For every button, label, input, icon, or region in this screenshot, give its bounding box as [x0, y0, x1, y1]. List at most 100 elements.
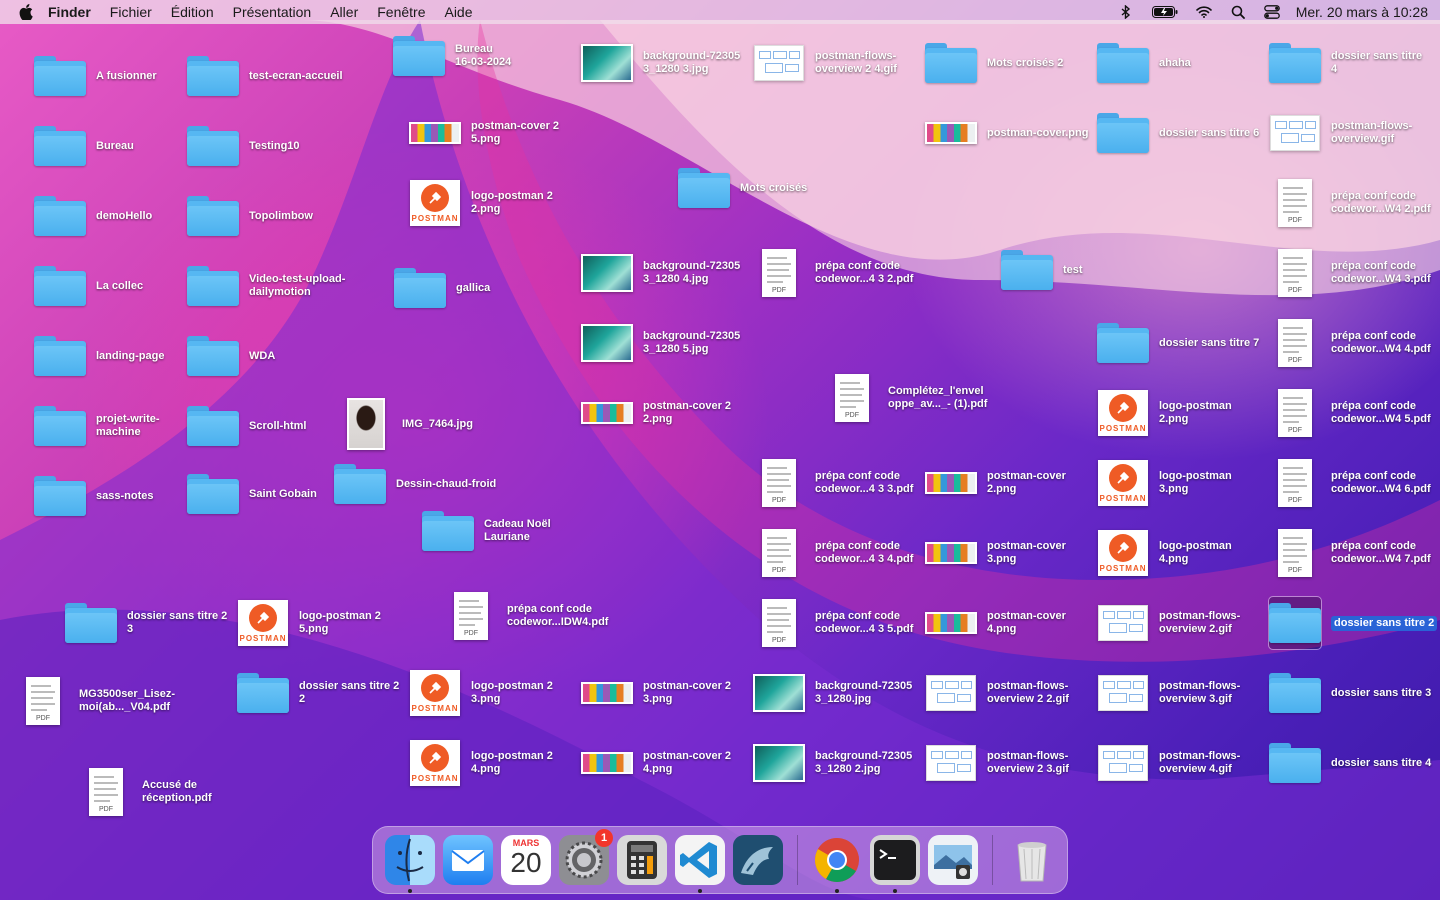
desktop-item-testing10[interactable]: Testing10: [187, 120, 300, 172]
desktop-item-postman-cover-2-3-png[interactable]: postman-cover 2 3.png: [581, 667, 731, 719]
desktop-item-prepa-conf-code-codewor-4-3-4-pdf[interactable]: PDF prépa conf code codewor...4 3 4.pdf: [753, 527, 913, 579]
desktop-item-bureau-16-03-2024[interactable]: Bureau 16-03-2024: [393, 30, 511, 82]
desktop-item-prepa-conf-code-codewor-w4-6-pdf[interactable]: PDF prépa conf code codewor...W4 6.pdf: [1269, 457, 1431, 509]
desktop-item-prepa-conf-code-codewor-4-3-5-pdf[interactable]: PDF prépa conf code codewor...4 3 5.pdf: [753, 597, 913, 649]
desktop-item-background-72305-3-1280-jpg[interactable]: background-72305 3_1280.jpg: [753, 667, 912, 719]
desktop-item-logo-postman-2-2-png[interactable]: POSTMAN logo-postman 2 2.png: [409, 177, 553, 229]
desktop-item-dossier-sans-titre-4[interactable]: dossier sans titre 4: [1269, 737, 1431, 789]
desktop-item-postman-flows-overview-2-2-gif[interactable]: postman-flows-overview 2 2.gif: [925, 667, 1069, 719]
apple-icon[interactable]: [18, 4, 34, 20]
desktop-item-sass-notes[interactable]: sass-notes: [34, 470, 153, 522]
desktop-item-background-72305-3-1280-3-jpg[interactable]: background-72305 3_1280 3.jpg: [581, 37, 740, 89]
dock-calculator-icon[interactable]: [617, 835, 667, 885]
dock-mysql-workbench-icon[interactable]: [733, 835, 783, 885]
bluetooth-icon[interactable]: [1118, 4, 1134, 20]
desktop-item-prepa-conf-code-codewor-4-3-2-pdf[interactable]: PDF prépa conf code codewor...4 3 2.pdf: [753, 247, 913, 299]
item-label: MG3500ser_Lisez-moi(ab..._V04.pdf: [79, 688, 175, 713]
desktop-item-dossier-sans-titre-4[interactable]: dossier sans titre 4: [1269, 37, 1422, 89]
desktop-item-la-collec[interactable]: La collec: [34, 260, 143, 312]
desktop-item-logo-postman-4-png[interactable]: POSTMAN logo-postman 4.png: [1097, 527, 1232, 579]
menu-app-name[interactable]: Finder: [48, 4, 91, 20]
desktop-item-img-7464-jpg[interactable]: IMG_7464.jpg: [340, 398, 473, 450]
wifi-icon[interactable]: [1195, 4, 1212, 20]
desktop-item-mots-croises-2[interactable]: Mots croisés 2: [925, 37, 1063, 89]
desktop-item-prepa-conf-code-codewor-w4-7-pdf[interactable]: PDF prépa conf code codewor...W4 7.pdf: [1269, 527, 1431, 579]
item-label: postman-flows-overview 2.gif: [1159, 610, 1241, 635]
desktop-item-logo-postman-2-5-png[interactable]: POSTMAN logo-postman 2 5.png: [237, 597, 381, 649]
menu-aide[interactable]: Aide: [444, 4, 472, 20]
desktop-item-test-ecran-accueil[interactable]: test-ecran-accueil: [187, 50, 343, 102]
desktop-item-prepa-conf-code-codewor-idw4-pdf[interactable]: PDF prépa conf code codewor...IDW4.pdf: [445, 590, 608, 642]
desktop-item-demohello[interactable]: demoHello: [34, 190, 152, 242]
desktop-item-postman-cover-3-png[interactable]: postman-cover 3.png: [925, 527, 1066, 579]
dock-system-settings-icon[interactable]: 1: [559, 829, 613, 885]
desktop-item-background-72305-3-1280-2-jpg[interactable]: background-72305 3_1280 2.jpg: [753, 737, 912, 789]
desktop-item-dossier-sans-titre-3[interactable]: dossier sans titre 3: [1269, 667, 1431, 719]
desktop-item-postman-cover-2-png[interactable]: postman-cover 2.png: [925, 457, 1066, 509]
dock-terminal-icon[interactable]: [870, 835, 920, 893]
desktop-item-saint-gobain[interactable]: Saint Gobain: [187, 468, 317, 520]
desktop-item-background-72305-3-1280-5-jpg[interactable]: background-72305 3_1280 5.jpg: [581, 317, 740, 369]
desktop-item-cadeau-noel-lauriane[interactable]: Cadeau Noël Lauriane: [422, 505, 551, 557]
desktop-item-scroll-html[interactable]: Scroll-html: [187, 400, 306, 452]
desktop-item-dossier-sans-titre-2[interactable]: dossier sans titre 2: [1268, 596, 1438, 650]
desktop-item-logo-postman-2-3-png[interactable]: POSTMAN logo-postman 2 3.png: [409, 667, 553, 719]
cover-image-thumbnail-icon: [925, 472, 977, 494]
desktop-item-a-fusionner[interactable]: A fusionner: [34, 50, 157, 102]
desktop-item-landing-page[interactable]: landing-page: [34, 330, 164, 382]
desktop-item-prepa-conf-code-codewor-w4-2-pdf[interactable]: PDF prépa conf code codewor...W4 2.pdf: [1269, 177, 1431, 229]
desktop-item-dossier-sans-titre-2-2[interactable]: dossier sans titre 22: [237, 667, 399, 719]
desktop-item-prepa-conf-code-codewor-w4-3-pdf[interactable]: PDF prépa conf code codewor...W4 3.pdf: [1269, 247, 1431, 299]
menu-fenetre[interactable]: Fenêtre: [377, 4, 425, 20]
desktop-item-projet-write-machine[interactable]: projet-write-machine: [34, 400, 160, 452]
desktop-item-dossier-sans-titre-2-3[interactable]: dossier sans titre 23: [65, 597, 227, 649]
desktop-item-dossier-sans-titre-7[interactable]: dossier sans titre 7: [1097, 317, 1259, 369]
desktop-item-postman-flows-overview-4-gif[interactable]: postman-flows-overview 4.gif: [1097, 737, 1240, 789]
menu-aller[interactable]: Aller: [330, 4, 358, 20]
desktop-item-postman-flows-overview-3-gif[interactable]: postman-flows-overview 3.gif: [1097, 667, 1240, 719]
desktop-item-prepa-conf-code-codewor-4-3-3-pdf[interactable]: PDF prépa conf code codewor...4 3 3.pdf: [753, 457, 913, 509]
dock-chrome-icon[interactable]: [812, 835, 862, 893]
desktop-item-prepa-conf-code-codewor-w4-5-pdf[interactable]: PDF prépa conf code codewor...W4 5.pdf: [1269, 387, 1431, 439]
menu-fichier[interactable]: Fichier: [110, 4, 152, 20]
desktop-item-background-72305-3-1280-4-jpg[interactable]: background-72305 3_1280 4.jpg: [581, 247, 740, 299]
menu-clock[interactable]: Mer. 20 mars à 10:28: [1296, 4, 1428, 20]
dock-mail-icon[interactable]: [443, 835, 493, 885]
desktop-item-gallica[interactable]: gallica: [394, 262, 490, 314]
desktop-item-logo-postman-3-png[interactable]: POSTMAN logo-postman 3.png: [1097, 457, 1232, 509]
desktop-item-topolimbow[interactable]: Topolimbow: [187, 190, 313, 242]
control-center-icon[interactable]: [1263, 4, 1280, 20]
desktop-item-mots-croises[interactable]: Mots croisés: [678, 162, 807, 214]
desktop-item-postman-cover-png[interactable]: postman-cover.png: [925, 107, 1088, 159]
dock-preview-icon[interactable]: [928, 835, 978, 885]
dock-calendar-icon[interactable]: MARS 20: [501, 835, 551, 885]
desktop-item-test[interactable]: test: [1001, 244, 1083, 296]
desktop-item-postman-flows-overview-2-gif[interactable]: postman-flows-overview 2.gif: [1097, 597, 1240, 649]
desktop-item-completez-l-envel-oppe-av-1-pdf[interactable]: PDF Complétez_l'envel oppe_av..._- (1).pdf: [826, 372, 987, 424]
desktop-item-dossier-sans-titre-6[interactable]: dossier sans titre 6: [1097, 107, 1259, 159]
desktop-item-logo-postman-2-4-png[interactable]: POSTMAN logo-postman 2 4.png: [409, 737, 553, 789]
desktop-item-prepa-conf-code-codewor-w4-4-pdf[interactable]: PDF prépa conf code codewor...W4 4.pdf: [1269, 317, 1431, 369]
menu-presentation[interactable]: Présentation: [233, 4, 312, 20]
menu-edition[interactable]: Édition: [171, 4, 214, 20]
desktop-item-postman-flows-overview-gif[interactable]: postman-flows-overview.gif: [1269, 107, 1412, 159]
desktop-item-video-test-upload-dailymotion[interactable]: Video-test-upload-dailymotion: [187, 260, 345, 312]
dock-finder-icon[interactable]: [385, 835, 435, 893]
desktop-item-postman-flows-overview-2-3-gif[interactable]: postman-flows-overview 2 3.gif: [925, 737, 1069, 789]
desktop-item-logo-postman-2-png[interactable]: POSTMAN logo-postman 2.png: [1097, 387, 1232, 439]
desktop-item-postman-cover-2-4-png[interactable]: postman-cover 2 4.png: [581, 737, 731, 789]
desktop-item-postman-cover-2-2-png[interactable]: postman-cover 2 2.png: [581, 387, 731, 439]
desktop-item-mg3500ser-lisez-moi-ab-v04-pdf[interactable]: PDF MG3500ser_Lisez-moi(ab..._V04.pdf: [17, 675, 175, 727]
desktop-item-postman-flows-overview-2-4-gif[interactable]: postman-flows-overview 2 4.gif: [753, 37, 897, 89]
desktop-item-postman-cover-4-png[interactable]: postman-cover 4.png: [925, 597, 1066, 649]
desktop-item-wda[interactable]: WDA: [187, 330, 275, 382]
battery-icon[interactable]: [1151, 4, 1178, 20]
desktop-item-ahaha[interactable]: ahaha: [1097, 37, 1191, 89]
desktop-item-postman-cover-2-5-png[interactable]: postman-cover 2 5.png: [409, 107, 559, 159]
dock-vscode-icon[interactable]: [675, 835, 725, 893]
desktop-item-accuse-de-reception-pdf[interactable]: PDF Accusé de réception.pdf: [80, 766, 212, 818]
desktop-item-bureau[interactable]: Bureau: [34, 120, 134, 172]
spotlight-search-icon[interactable]: [1230, 4, 1246, 20]
desktop-item-dessin-chaud-froid[interactable]: Dessin-chaud-froid: [334, 458, 496, 510]
dock-trash-icon[interactable]: [1007, 835, 1057, 885]
